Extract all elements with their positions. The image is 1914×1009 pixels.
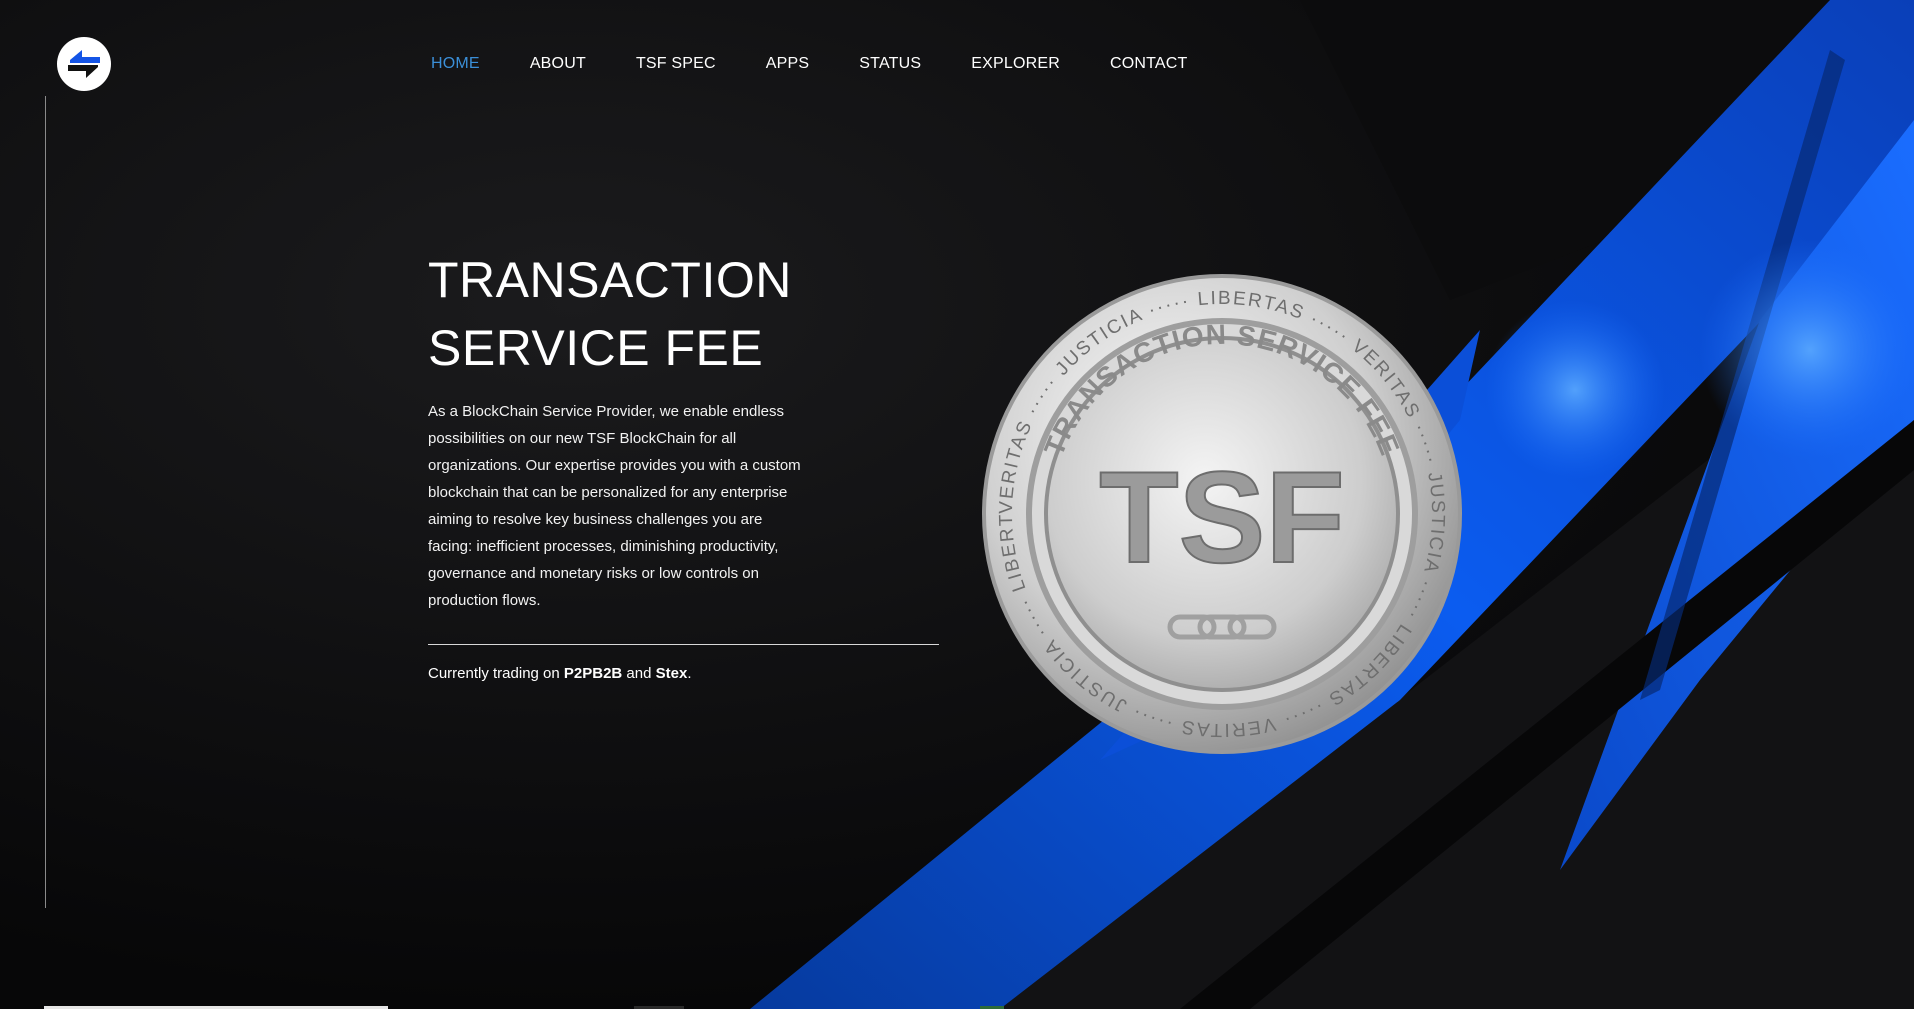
nav-item-tsf-spec[interactable]: TSF SPEC (636, 52, 716, 76)
exchange-p2pb2b: P2PB2B (563, 665, 623, 682)
trading-prefix: Currently trading on (428, 665, 564, 682)
hero-title-line-2: SERVICE FEE (428, 320, 764, 376)
coin-center-text: TSF (1099, 444, 1345, 590)
nav-item-contact[interactable]: CONTACT (1110, 52, 1188, 76)
nav-item-home[interactable]: HOME (431, 52, 480, 76)
main-nav: HOME ABOUT TSF SPEC APPS STATUS EXPLORER… (431, 52, 1238, 76)
trading-and: and (622, 665, 656, 682)
nav-item-status[interactable]: STATUS (859, 52, 921, 76)
background-graphic (0, 0, 1914, 1009)
hero-title: TRANSACTION SERVICE FEE (428, 246, 792, 382)
hero-title-line-1: TRANSACTION (428, 252, 792, 308)
logo-swap-arrows-icon[interactable] (56, 36, 112, 92)
nav-item-apps[interactable]: APPS (766, 52, 810, 76)
left-vertical-rule (45, 96, 46, 908)
exchange-stex: Stex (655, 665, 688, 682)
trading-info: Currently trading on P2PB2B and Stex. (428, 662, 692, 686)
tsf-coin-image: VERITAS ····· JUSTICIA ····· LIBERTAS ··… (980, 272, 1462, 754)
divider (428, 644, 939, 645)
nav-item-explorer[interactable]: EXPLORER (971, 52, 1060, 76)
hero-description: As a BlockChain Service Provider, we ena… (428, 403, 801, 609)
trading-suffix: . (687, 665, 692, 682)
nav-item-about[interactable]: ABOUT (530, 52, 586, 76)
